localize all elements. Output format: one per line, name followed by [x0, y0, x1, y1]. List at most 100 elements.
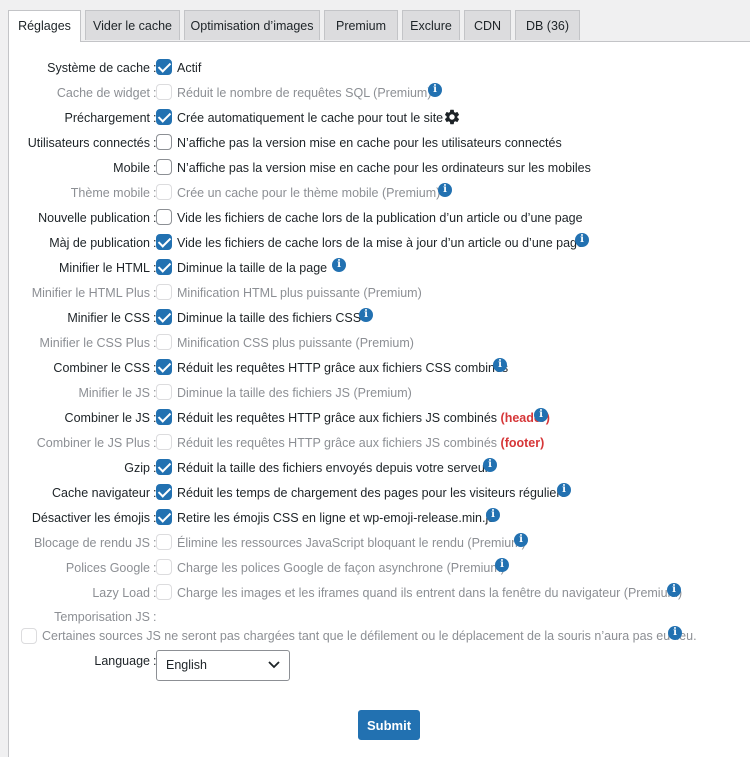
setting-description: Élimine les ressources JavaScript bloqua… [177, 536, 526, 550]
tab-exclure[interactable]: Exclure [402, 10, 460, 40]
setting-description: Diminue la taille des fichiers JS (Premi… [177, 386, 412, 400]
combine-css-checkbox[interactable] [156, 359, 172, 375]
setting-description: Réduit les requêtes HTTP grâce aux fichi… [177, 361, 509, 375]
combine-js-checkbox[interactable] [156, 409, 172, 425]
setting-label: Mobile [113, 161, 150, 175]
setting-label: Combiner le JS Plus [36, 436, 150, 450]
minify-html-plus-checkbox[interactable] [156, 284, 172, 300]
setting-label: Minifier le CSS [67, 311, 150, 325]
cache-system-checkbox[interactable] [156, 59, 172, 75]
setting-label: Préchargement [64, 111, 150, 125]
setting-description: Certaines sources JS ne seront pas charg… [42, 629, 697, 643]
setting-label: Minifier le HTML Plus [31, 286, 150, 300]
lazy-load-checkbox[interactable] [156, 584, 172, 600]
setting-description: Actif [177, 61, 202, 75]
setting-label: Cache navigateur [52, 486, 150, 500]
setting-label: Gzip [124, 461, 150, 475]
gzip-checkbox[interactable] [156, 459, 172, 475]
setting-label: Système de cache [47, 61, 150, 75]
info-icon[interactable]: i [483, 458, 497, 472]
chevron-down-icon [268, 661, 280, 669]
info-icon[interactable]: i [667, 583, 681, 597]
minify-css-checkbox[interactable] [156, 309, 172, 325]
language-select-value: English [166, 658, 207, 672]
info-icon[interactable]: i [493, 358, 507, 372]
footer-tag: (footer) [500, 436, 545, 450]
gear-icon[interactable] [443, 108, 461, 126]
info-icon[interactable]: i [514, 533, 528, 547]
setting-description: Crée automatiquement le cache pour tout … [177, 111, 444, 125]
tab-premium[interactable]: Premium [324, 10, 398, 40]
render-blocking-checkbox[interactable] [156, 534, 172, 550]
setting-label: Cache de widget [56, 86, 150, 100]
setting-description: Réduit le nombre de requêtes SQL (Premiu… [177, 86, 432, 100]
minify-css-plus-checkbox[interactable] [156, 334, 172, 350]
setting-description: Réduit la taille des fichiers envoyés de… [177, 461, 489, 475]
setting-label: Combiner le JS [64, 411, 150, 425]
google-fonts-checkbox[interactable] [156, 559, 172, 575]
new-post-checkbox[interactable] [156, 209, 172, 225]
info-icon[interactable]: i [534, 408, 548, 422]
setting-description: Réduit les requêtes HTTP grâce aux fichi… [177, 411, 498, 425]
setting-label: Minifier le CSS Plus [39, 336, 150, 350]
setting-label: Blocage de rendu JS [33, 536, 150, 550]
setting-description: N’affiche pas la version mise en cache p… [177, 136, 562, 150]
setting-label: Polices Google [65, 561, 150, 575]
update-post-checkbox[interactable] [156, 234, 172, 250]
colon: : [153, 610, 157, 624]
info-icon[interactable]: i [486, 508, 500, 522]
setting-label: Minifier le JS [78, 386, 150, 400]
setting-label: Màj de publication [49, 236, 150, 250]
setting-description: Minification HTML plus puissante (Premiu… [177, 286, 422, 300]
combine-js-plus-checkbox[interactable] [156, 434, 172, 450]
setting-description: Minification CSS plus puissante (Premium… [177, 336, 414, 350]
logged-in-checkbox[interactable] [156, 134, 172, 150]
info-icon[interactable]: i [495, 558, 509, 572]
minify-html-checkbox[interactable] [156, 259, 172, 275]
language-select[interactable]: English [156, 650, 290, 681]
browser-cache-checkbox[interactable] [156, 484, 172, 500]
setting-label: Désactiver les émojis [31, 511, 150, 525]
setting-description: Réduit les temps de chargement des pages… [177, 486, 567, 500]
js-delay-checkbox[interactable] [21, 628, 37, 644]
disable-emojis-checkbox[interactable] [156, 509, 172, 525]
preload-checkbox[interactable] [156, 109, 172, 125]
setting-description: Vide les fichiers de cache lors de la mi… [177, 236, 584, 250]
info-icon[interactable]: i [428, 83, 442, 97]
tab-cdn[interactable]: CDN [464, 10, 511, 40]
setting-label: Nouvelle publication [38, 211, 150, 225]
setting-label: Language [94, 654, 150, 668]
tab-reglages[interactable]: Réglages [8, 10, 81, 42]
info-icon[interactable]: i [438, 183, 452, 197]
setting-description: Diminue la taille des fichiers CSS [177, 311, 362, 325]
setting-label: Combiner le CSS [53, 361, 150, 375]
setting-description: N’affiche pas la version mise en cache p… [177, 161, 591, 175]
setting-label: Minifier le HTML [59, 261, 150, 275]
info-icon[interactable]: i [668, 626, 682, 640]
mobile-theme-checkbox[interactable] [156, 184, 172, 200]
setting-description: Retire les émojis CSS en ligne et wp-emo… [177, 511, 495, 525]
mobile-checkbox[interactable] [156, 159, 172, 175]
setting-description: Charge les polices Google de façon async… [177, 561, 505, 575]
settings-panel: Système de cache : Actif Cache de widget… [8, 41, 750, 757]
setting-description: Charge les images et les iframes quand i… [177, 586, 683, 600]
setting-description: Réduit les requêtes HTTP grâce aux fichi… [177, 436, 498, 450]
info-icon[interactable]: i [359, 308, 373, 322]
minify-js-checkbox[interactable] [156, 384, 172, 400]
setting-label: Lazy Load [92, 586, 150, 600]
setting-label: Thème mobile [70, 186, 150, 200]
tab-optimisation-images[interactable]: Optimisation d’images [184, 10, 320, 40]
widget-cache-checkbox[interactable] [156, 84, 172, 100]
info-icon[interactable]: i [332, 258, 346, 272]
tab-vider-le-cache[interactable]: Vider le cache [85, 10, 180, 40]
setting-description-wrap: Réduit les requêtes HTTP grâce aux fichi… [177, 433, 544, 453]
info-icon[interactable]: i [575, 233, 589, 247]
setting-label: Temporisation JS [54, 610, 150, 624]
setting-description: Diminue la taille de la page [177, 261, 328, 275]
setting-label: Utilisateurs connectés [27, 136, 150, 150]
info-icon[interactable]: i [557, 483, 571, 497]
tab-db[interactable]: DB (36) [515, 10, 580, 40]
submit-button[interactable]: Submit [358, 710, 420, 740]
setting-description: Vide les fichiers de cache lors de la pu… [177, 211, 583, 225]
setting-description: Crée un cache pour le thème mobile (Prem… [177, 186, 441, 200]
